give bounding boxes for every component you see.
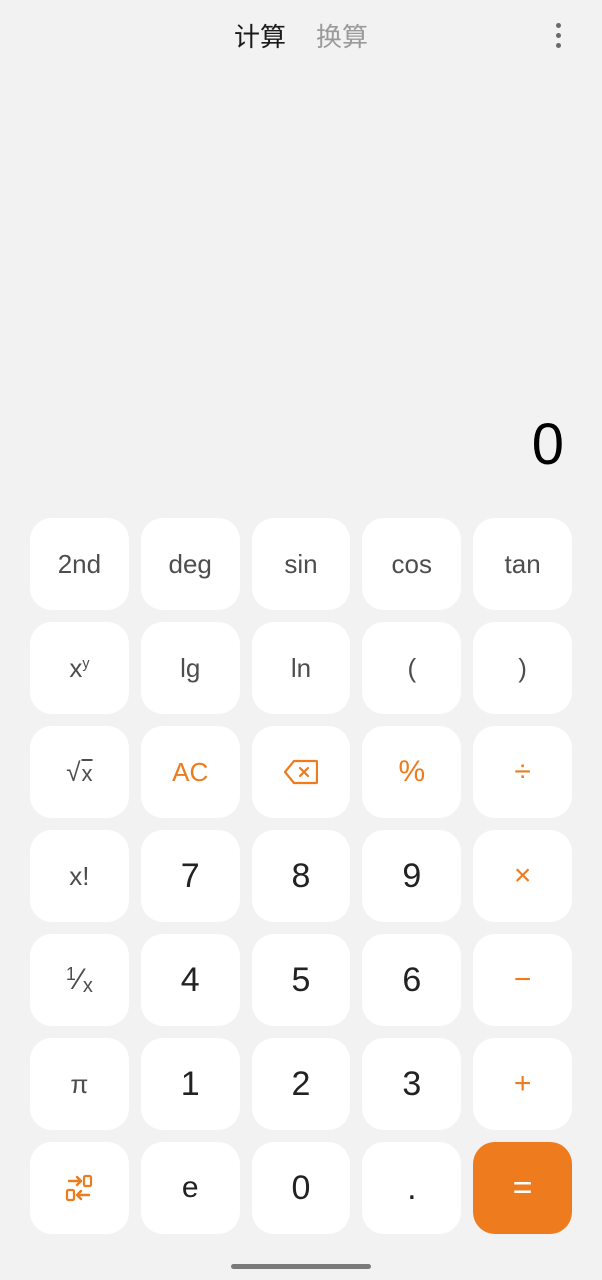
key-rparen[interactable]: )	[473, 622, 572, 714]
key-x-power-y[interactable]: xy	[30, 622, 129, 714]
key-multiply[interactable]: ×	[473, 830, 572, 922]
key-backspace[interactable]	[252, 726, 351, 818]
key-deg[interactable]: deg	[141, 518, 240, 610]
key-xy-label: xy	[69, 653, 89, 684]
switch-mode-icon	[64, 1173, 94, 1203]
tab-convert[interactable]: 换算	[316, 17, 368, 54]
header: 计算 换算	[0, 0, 602, 70]
key-ln[interactable]: ln	[252, 622, 351, 714]
key-3[interactable]: 3	[362, 1038, 461, 1130]
key-2nd[interactable]: 2nd	[30, 518, 129, 610]
key-tan[interactable]: tan	[473, 518, 572, 610]
key-6[interactable]: 6	[362, 934, 461, 1026]
key-sin[interactable]: sin	[252, 518, 351, 610]
key-factorial[interactable]: x!	[30, 830, 129, 922]
key-8[interactable]: 8	[252, 830, 351, 922]
key-plus[interactable]: +	[473, 1038, 572, 1130]
more-icon	[556, 23, 561, 48]
more-menu-button[interactable]	[538, 0, 578, 70]
tabs: 计算 换算	[0, 17, 602, 54]
key-lparen[interactable]: (	[362, 622, 461, 714]
tab-calculator[interactable]: 计算	[234, 17, 286, 54]
keypad: 2nd deg sin cos tan xy lg ln ( ) √x AC %…	[0, 518, 602, 1252]
key-lg[interactable]: lg	[141, 622, 240, 714]
key-4[interactable]: 4	[141, 934, 240, 1026]
key-7[interactable]: 7	[141, 830, 240, 922]
key-sqrt[interactable]: √x	[30, 726, 129, 818]
key-pi[interactable]: π	[30, 1038, 129, 1130]
key-9[interactable]: 9	[362, 830, 461, 922]
display-area: 0	[0, 70, 602, 518]
key-e[interactable]: e	[141, 1142, 240, 1234]
display-value: 0	[532, 411, 564, 478]
key-switch-mode[interactable]	[30, 1142, 129, 1234]
backspace-icon	[284, 759, 318, 785]
key-5[interactable]: 5	[252, 934, 351, 1026]
key-percent[interactable]: %	[362, 726, 461, 818]
key-0[interactable]: 0	[252, 1142, 351, 1234]
key-minus[interactable]: −	[473, 934, 572, 1026]
reciprocal-label: 1⁄x	[66, 963, 93, 997]
key-1[interactable]: 1	[141, 1038, 240, 1130]
key-cos[interactable]: cos	[362, 518, 461, 610]
key-reciprocal[interactable]: 1⁄x	[30, 934, 129, 1026]
sqrt-label: √x	[66, 757, 92, 788]
key-2[interactable]: 2	[252, 1038, 351, 1130]
key-ac[interactable]: AC	[141, 726, 240, 818]
key-dot[interactable]: .	[362, 1142, 461, 1234]
nav-home-pill[interactable]	[231, 1264, 371, 1269]
key-divide[interactable]: ÷	[473, 726, 572, 818]
nav-bar	[0, 1252, 602, 1280]
key-equals[interactable]: =	[473, 1142, 572, 1234]
